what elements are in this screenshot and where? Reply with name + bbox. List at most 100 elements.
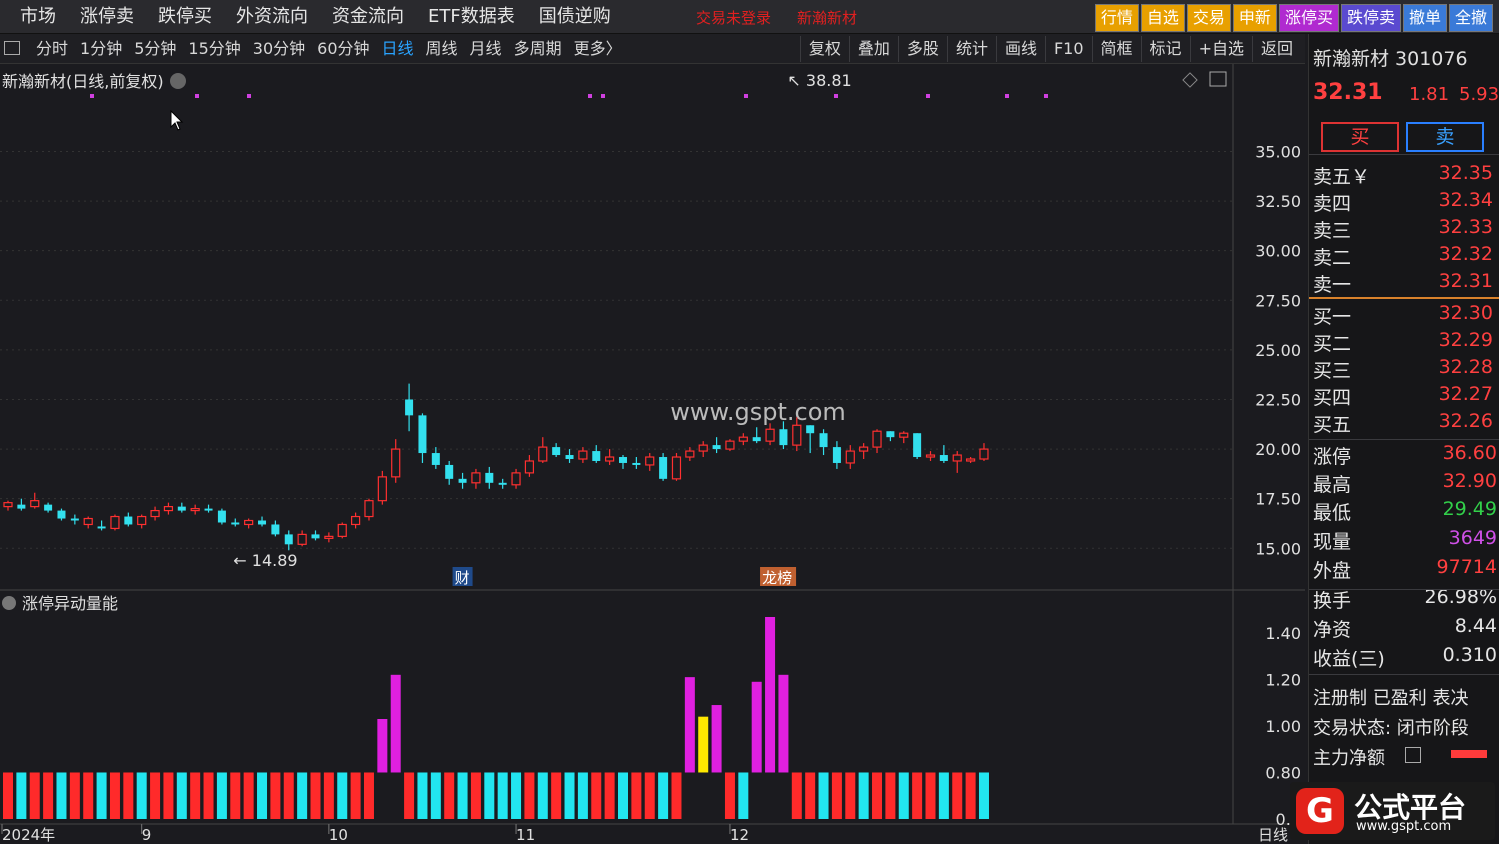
- volume-bar: [978, 772, 989, 819]
- buy-button[interactable]: 买: [1321, 122, 1399, 152]
- period-tab-6[interactable]: 日线: [376, 36, 420, 62]
- tool-button-2[interactable]: 多股: [897, 36, 947, 62]
- volume-bar: [283, 772, 294, 819]
- period-tab-8[interactable]: 月线: [464, 36, 508, 62]
- sell-button[interactable]: 卖: [1406, 122, 1484, 152]
- period-tab-1[interactable]: 1分钟: [74, 36, 128, 62]
- volume-bar: [551, 772, 562, 819]
- period-tab-0[interactable]: 分时: [30, 36, 74, 62]
- volume-indicator-name: 涨停异动量能: [22, 594, 119, 613]
- volume-bar: [658, 772, 669, 819]
- period-tab-9[interactable]: 多周期: [508, 36, 568, 62]
- menu-item-4[interactable]: 资金流向: [320, 4, 416, 30]
- volume-bar: [698, 716, 709, 773]
- ask-label: 卖三: [1313, 220, 1352, 242]
- quick-button-3[interactable]: 申新: [1232, 4, 1277, 32]
- volume-bar: [216, 772, 227, 819]
- price-tick-label: 35.00: [1255, 142, 1301, 161]
- chart-title-dropdown-icon[interactable]: [169, 73, 186, 89]
- candle-body: [271, 524, 280, 535]
- period-tab-2[interactable]: 5分钟: [128, 36, 182, 62]
- period-tab-3[interactable]: 15分钟: [182, 36, 246, 62]
- divider: [1309, 154, 1499, 155]
- volume-bar: [16, 772, 27, 819]
- volume-bar: [390, 674, 401, 773]
- menu-item-0[interactable]: 市场: [8, 4, 68, 30]
- signal-dot: [247, 94, 251, 98]
- tool-button-9[interactable]: 返回: [1251, 36, 1301, 62]
- volume-indicator-title[interactable]: 涨停异动量能: [2, 590, 118, 614]
- candle-body: [364, 500, 374, 518]
- tool-button-1[interactable]: 叠加: [848, 36, 898, 62]
- volume-bar: [190, 772, 201, 819]
- volume-bar: [497, 772, 508, 819]
- volume-bar: [69, 772, 80, 819]
- volume-bar: [3, 772, 13, 819]
- menu-item-3[interactable]: 外资流向: [224, 4, 320, 30]
- bid-row: 买四 32.27: [1313, 383, 1493, 410]
- volume-bar: [83, 772, 94, 819]
- candle-body: [110, 515, 120, 530]
- candle-body: [592, 451, 601, 461]
- volume-bar: [444, 772, 455, 819]
- signal-dot: [744, 94, 748, 98]
- tool-button-0[interactable]: 复权: [799, 36, 849, 62]
- price-tick-label: 30.00: [1255, 242, 1301, 261]
- volume-bar: [136, 772, 147, 819]
- quick-button-6[interactable]: 撤单: [1402, 4, 1447, 32]
- volume-bar: [203, 772, 214, 819]
- menu-item-2[interactable]: 跌停买: [146, 4, 224, 30]
- tool-button-4[interactable]: 画线: [995, 36, 1045, 62]
- quote-info-value: 0.310: [1442, 644, 1497, 666]
- quick-button-7[interactable]: 全撤: [1448, 4, 1493, 32]
- quick-button-4[interactable]: 涨停买: [1278, 4, 1339, 32]
- time-tick-label: 2024年: [2, 826, 55, 844]
- volume-bar: [965, 772, 976, 819]
- candle-body: [458, 478, 467, 483]
- candle-body: [659, 457, 668, 479]
- price-tick-label: 17.50: [1255, 490, 1301, 509]
- period-tab-10[interactable]: 更多〉: [568, 36, 628, 62]
- tool-button-8[interactable]: +自选: [1189, 36, 1252, 62]
- period-tab-7[interactable]: 周线: [420, 36, 464, 62]
- volume-bar: [912, 772, 923, 819]
- menu-item-1[interactable]: 涨停卖: [68, 4, 146, 30]
- quote-info-row: 外盘 97714: [1313, 556, 1497, 584]
- volume-tick-label: 1.00: [1265, 717, 1301, 736]
- volume-tick-label: 1.20: [1265, 670, 1301, 689]
- tool-button-3[interactable]: 统计: [946, 36, 996, 62]
- quick-button-1[interactable]: 自选: [1140, 4, 1185, 32]
- menu-item-5[interactable]: ETF数据表: [416, 4, 527, 30]
- quick-button-2[interactable]: 交易: [1186, 4, 1231, 32]
- signal-dot: [90, 94, 94, 98]
- quick-button-0[interactable]: 行情: [1094, 4, 1139, 32]
- quick-button-5[interactable]: 跌停卖: [1340, 4, 1401, 32]
- main-net-detail-icon[interactable]: [1405, 747, 1421, 763]
- quote-info-label: 最高: [1313, 474, 1352, 496]
- tool-button-6[interactable]: 简框: [1091, 36, 1141, 62]
- volume-bar: [872, 772, 883, 819]
- candle-body: [351, 515, 361, 526]
- panel-toggle-icon[interactable]: [4, 41, 20, 55]
- time-tick-label: 12: [730, 826, 749, 844]
- period-tab-4[interactable]: 30分钟: [247, 36, 311, 62]
- candle-body: [872, 430, 882, 448]
- tool-button-7[interactable]: 标记: [1140, 36, 1190, 62]
- indicator-dropdown-icon[interactable]: [2, 596, 16, 610]
- quote-info-label: 最低: [1313, 502, 1352, 524]
- volume-bar: [711, 705, 722, 773]
- candle-body: [806, 425, 815, 434]
- candle-body: [405, 399, 414, 416]
- candle-body: [845, 450, 855, 464]
- candle-body: [859, 446, 869, 452]
- last-price: 32.31: [1313, 80, 1383, 105]
- login-status[interactable]: 交易未登录: [696, 7, 771, 28]
- candle-body: [538, 446, 548, 462]
- quote-info-label: 换手: [1313, 590, 1352, 612]
- volume-bar: [163, 772, 174, 819]
- tool-button-5[interactable]: F10: [1044, 36, 1092, 62]
- menu-item-6[interactable]: 国债逆购: [527, 4, 623, 30]
- period-tab-5[interactable]: 60分钟: [311, 36, 375, 62]
- kline-chart[interactable]: 35.00 32.50 30.00 27.50 25.00 22.50 20.00 17.50…: [0, 64, 1305, 844]
- bid-price: 32.28: [1438, 356, 1493, 378]
